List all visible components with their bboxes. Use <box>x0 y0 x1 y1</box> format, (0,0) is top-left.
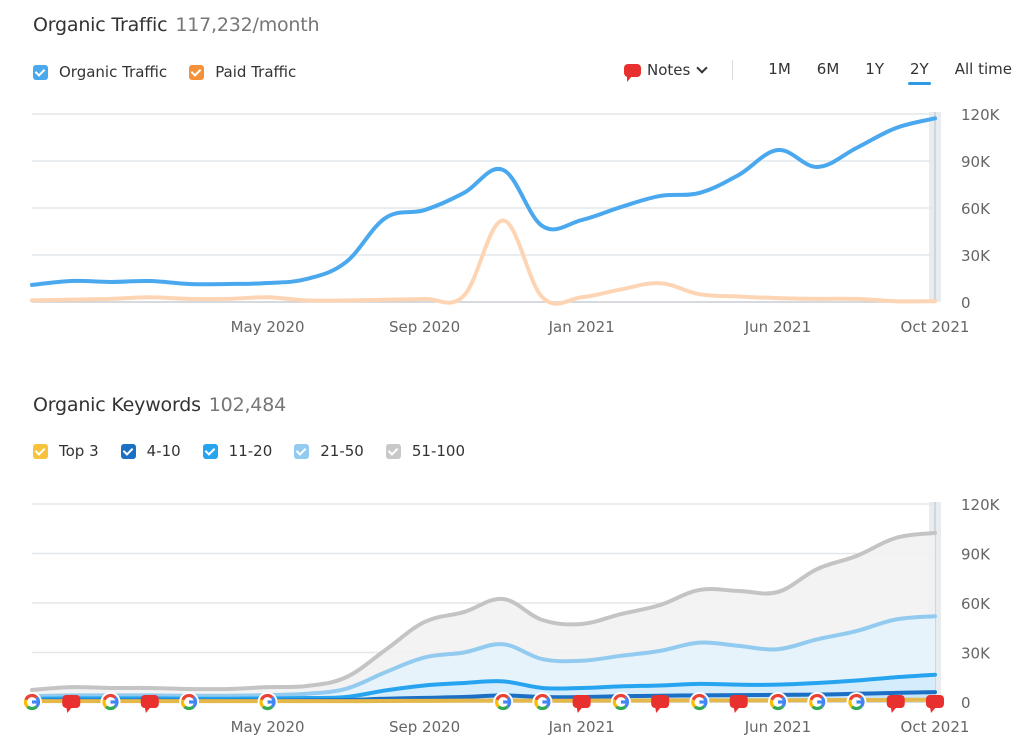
keywords-y-tick-label: 30K <box>961 645 991 663</box>
note-bubble-tail <box>890 707 897 713</box>
keywords-line-top-3 <box>30 697 937 704</box>
note-bubble-body <box>729 695 748 708</box>
google-icon-bar <box>267 700 275 704</box>
note-bubble-body <box>572 695 591 708</box>
note-marker-icon[interactable] <box>140 695 159 713</box>
organic-keywords-chart[interactable]: 0 30K 60K 90K 120K May 2020 Sep 2020 Jan 2021 Ju… <box>0 0 1024 746</box>
note-bubble-body <box>651 695 670 708</box>
google-update-icon[interactable] <box>257 692 278 712</box>
google-icon-arc <box>23 699 29 708</box>
google-icon-bar <box>620 700 628 704</box>
google-update-icon[interactable] <box>689 692 710 712</box>
note-bubble-tail <box>930 707 936 713</box>
google-icon-bar <box>817 700 825 704</box>
google-icon-bar <box>542 700 550 704</box>
google-icon-arc <box>691 699 697 708</box>
note-bubble-tail <box>66 707 73 713</box>
note-marker-icon[interactable] <box>572 695 591 713</box>
google-icon-arc <box>102 699 108 708</box>
google-icon-arc <box>848 699 854 708</box>
google-icon-bar <box>189 700 197 704</box>
google-icon-bar <box>699 700 707 704</box>
note-bubble-tail <box>576 707 583 713</box>
note-bubble-body <box>140 695 159 708</box>
keywords-y-tick-label: 60K <box>961 595 991 613</box>
google-update-icon[interactable] <box>179 692 200 712</box>
google-update-icon[interactable] <box>100 692 121 712</box>
google-icon-arc <box>534 699 540 708</box>
keywords-x-tick-label: Sep 2020 <box>389 718 460 736</box>
google-icon-bar <box>110 700 118 704</box>
google-update-icon[interactable] <box>846 692 867 712</box>
keywords-y-tick-label: 90K <box>961 546 991 564</box>
google-icon-arc <box>769 699 775 708</box>
google-update-icon[interactable] <box>807 692 828 712</box>
note-bubble-tail <box>144 707 151 713</box>
google-update-icon[interactable] <box>767 692 788 712</box>
google-icon-arc <box>809 699 814 708</box>
note-marker-icon[interactable] <box>926 695 944 713</box>
note-marker-icon[interactable] <box>886 695 905 713</box>
note-bubble-tail <box>733 707 740 713</box>
google-icon-arc <box>180 699 186 708</box>
keywords-x-tick-label: Jan 2021 <box>548 718 615 736</box>
keywords-y-tick-label: 120K <box>961 496 1001 514</box>
keywords-x-tick-label: Oct 2021 <box>901 718 970 736</box>
google-icon-bar <box>777 700 785 704</box>
google-update-icon[interactable] <box>22 692 42 712</box>
google-update-icon[interactable] <box>532 692 553 712</box>
note-bubble-body <box>62 695 81 708</box>
google-icon-bar <box>503 700 511 704</box>
keywords-y-tick-label: 0 <box>961 694 971 712</box>
note-marker-icon[interactable] <box>62 695 81 713</box>
google-update-icon[interactable] <box>493 692 514 712</box>
note-bubble-body <box>886 695 905 708</box>
google-update-icon[interactable] <box>610 692 631 712</box>
google-icon-arc <box>259 699 265 708</box>
google-icon-bar <box>32 700 39 704</box>
google-icon-arc <box>612 699 618 708</box>
note-bubble-body <box>926 695 944 708</box>
note-marker-icon[interactable] <box>651 695 670 713</box>
keywords-x-tick-label: May 2020 <box>231 718 305 736</box>
keywords-x-tick-label: Jun 2021 <box>744 718 811 736</box>
note-bubble-tail <box>655 707 662 713</box>
google-icon-bar <box>856 700 864 704</box>
google-icon-arc <box>495 699 500 708</box>
note-marker-icon[interactable] <box>729 695 748 713</box>
